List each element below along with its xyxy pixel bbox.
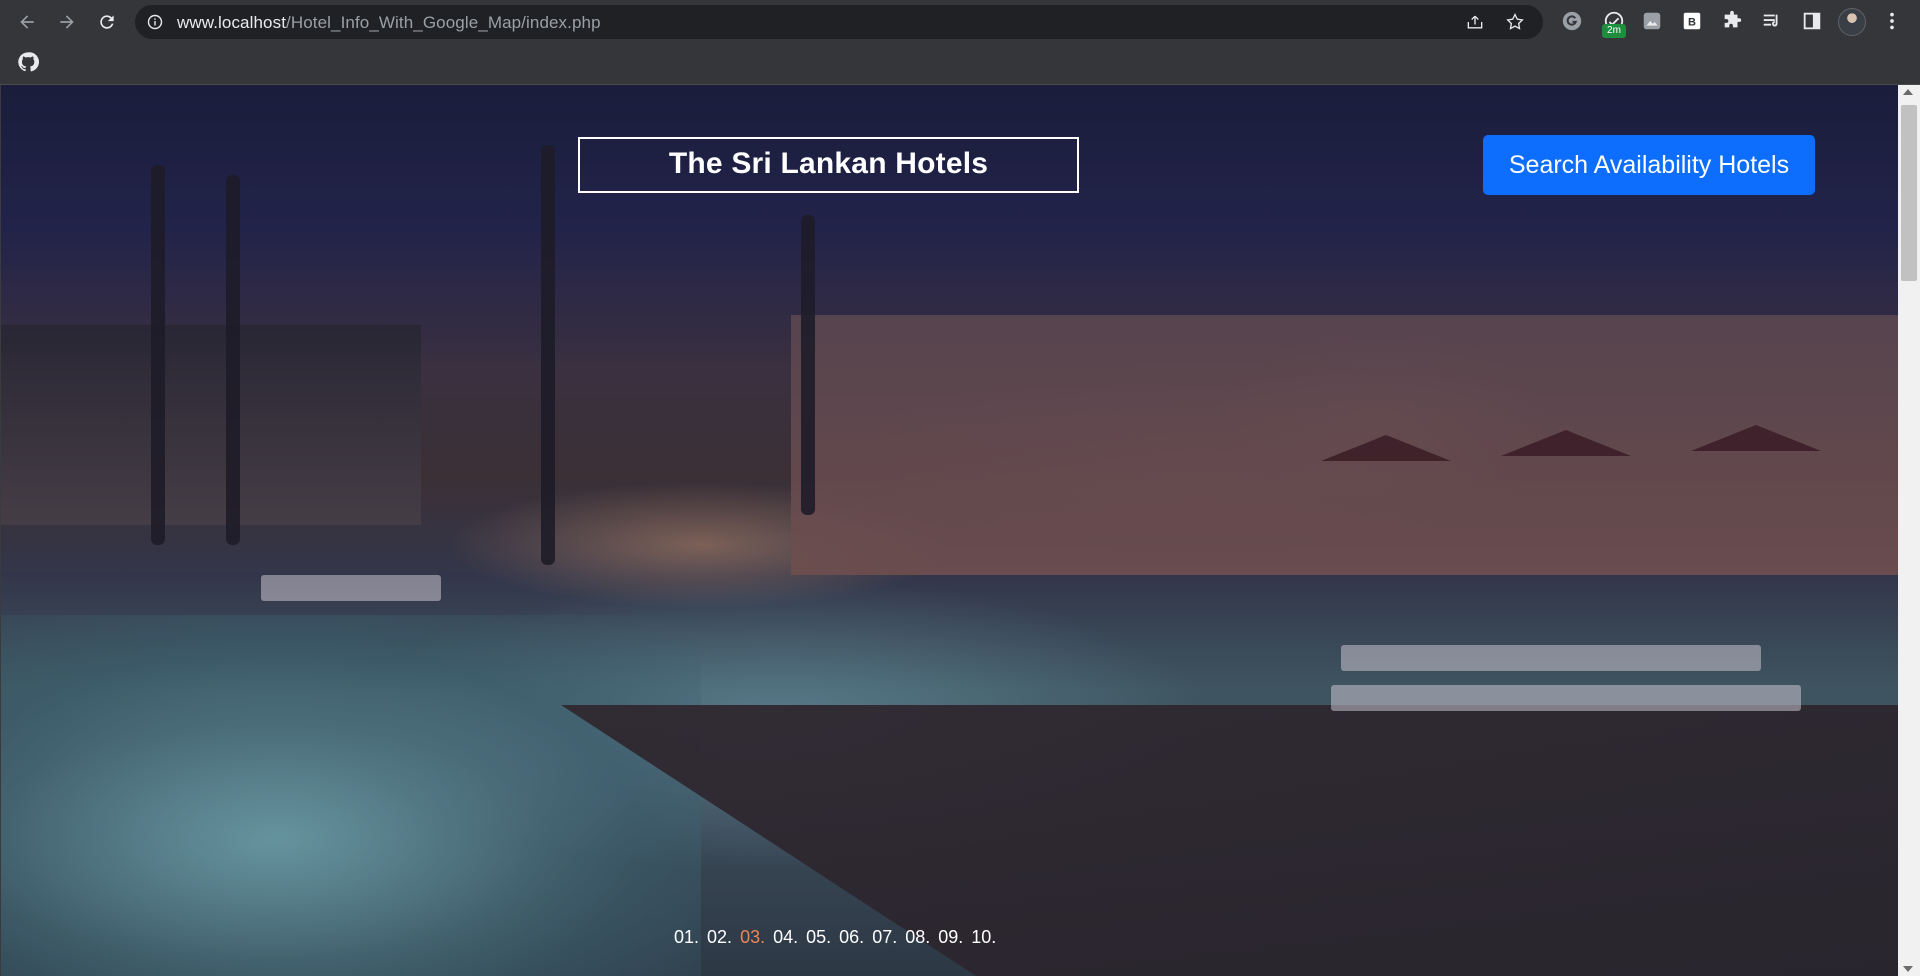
url-text[interactable]: www.localhost/Hotel_Info_With_Google_Map… — [177, 13, 601, 33]
b-extension-icon[interactable]: B — [1680, 9, 1704, 33]
extensions-puzzle-icon[interactable] — [1720, 9, 1744, 33]
palm-tree — [226, 175, 240, 545]
slide-pager: 01. 02. 03. 04. 05. 06. 07. 08. 09. 10. — [674, 927, 1004, 948]
pager-item[interactable]: 06. — [839, 927, 864, 948]
url-host: www.localhost — [177, 13, 287, 32]
bookmark-star-icon[interactable] — [1505, 12, 1525, 32]
page-viewport: The Sri Lankan Hotels Search Availabilit… — [0, 85, 1898, 976]
palm-tree — [801, 215, 815, 515]
search-availability-button[interactable]: Search Availability Hotels — [1483, 135, 1815, 195]
back-button[interactable] — [13, 8, 41, 36]
pager-item[interactable]: 10. — [971, 927, 996, 948]
pager-item[interactable]: 04. — [773, 927, 798, 948]
pager-item[interactable]: 03. — [740, 927, 765, 948]
scroll-down-arrow-icon[interactable] — [1903, 966, 1913, 972]
b-extension-label: B — [1688, 17, 1696, 29]
github-icon[interactable] — [17, 51, 39, 73]
sun-lounger — [1331, 685, 1801, 711]
url-path: /Hotel_Info_With_Google_Map/index.php — [286, 13, 601, 32]
scroll-up-arrow-icon[interactable] — [1903, 89, 1913, 95]
back-arrow-icon — [20, 15, 34, 29]
site-info-icon[interactable] — [147, 14, 163, 30]
sun-lounger — [261, 575, 441, 601]
pool-water — [1, 615, 701, 976]
share-icon[interactable] — [1465, 12, 1485, 32]
pager-item[interactable]: 01. — [674, 927, 699, 948]
browser-menu-icon[interactable] — [1880, 9, 1904, 33]
browser-toolbar: www.localhost/Hotel_Info_With_Google_Map… — [0, 0, 1920, 43]
media-queue-icon[interactable] — [1760, 9, 1784, 33]
reload-button[interactable] — [93, 8, 121, 36]
extension-badge: 2m — [1602, 24, 1626, 38]
side-panel-icon[interactable] — [1800, 9, 1824, 33]
profile-avatar[interactable] — [1838, 8, 1866, 36]
page-scrollbar[interactable] — [1898, 85, 1920, 976]
hotel-wing-left — [1, 325, 421, 525]
page-title: The Sri Lankan Hotels — [578, 137, 1079, 193]
sun-lounger — [1341, 645, 1761, 671]
palm-tree — [151, 165, 165, 545]
address-bar[interactable]: www.localhost/Hotel_Info_With_Google_Map… — [135, 5, 1543, 39]
palm-tree — [541, 145, 555, 565]
pager-item[interactable]: 07. — [872, 927, 897, 948]
grammarly-extension-icon[interactable] — [1560, 9, 1584, 33]
scrollbar-thumb[interactable] — [1901, 105, 1917, 281]
bookmarks-bar — [0, 43, 1920, 85]
hero-background-image — [1, 85, 1898, 976]
pager-item[interactable]: 05. — [806, 927, 831, 948]
forward-button[interactable] — [53, 8, 81, 36]
pager-item[interactable]: 09. — [938, 927, 963, 948]
pager-item[interactable]: 02. — [707, 927, 732, 948]
forward-arrow-icon — [60, 15, 74, 29]
reload-icon — [100, 15, 114, 29]
image-extension-icon[interactable] — [1640, 9, 1664, 33]
pager-item[interactable]: 08. — [905, 927, 930, 948]
